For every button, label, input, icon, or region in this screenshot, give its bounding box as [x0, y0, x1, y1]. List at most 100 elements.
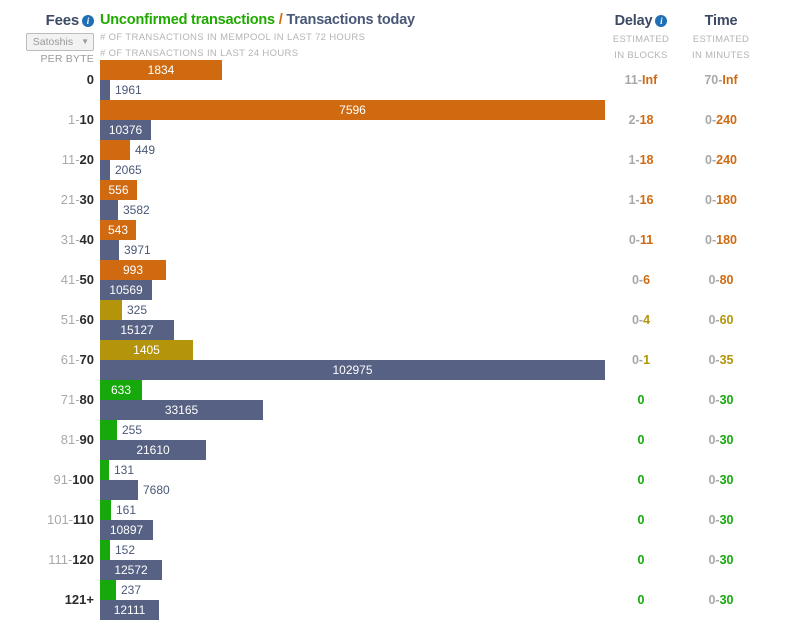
bar-value-today: 21610: [100, 440, 206, 460]
bar-today[interactable]: [100, 80, 110, 100]
fee-range-label: 1-10: [0, 100, 94, 140]
delay-value: 2-18: [604, 100, 678, 140]
time-value-max: 80: [720, 273, 734, 287]
time-value-max: 180: [716, 233, 737, 247]
time-value: 0-80: [684, 260, 758, 300]
bar-group: 4492065: [100, 140, 605, 180]
time-value-max: 30: [720, 513, 734, 527]
fee-range-label-lower: 101-: [47, 512, 73, 527]
delay-value-max: 0: [638, 393, 645, 407]
bar-mempool[interactable]: [100, 500, 111, 520]
bar-track-mempool: 237: [100, 580, 605, 600]
bar-value-mempool: 161: [111, 500, 136, 520]
delay-value-max: 4: [643, 313, 650, 327]
fee-range-label: 91-100: [0, 460, 94, 500]
chart-title: Unconfirmed transactions / Transactions …: [100, 12, 415, 28]
delay-value: 0-11: [604, 220, 678, 260]
bar-track-today: 10569: [100, 280, 605, 300]
bar-mempool[interactable]: [100, 540, 110, 560]
delay-value-max: 18: [640, 113, 654, 127]
bar-mempool[interactable]: [100, 420, 117, 440]
bar-today[interactable]: [100, 160, 110, 180]
bar-mempool[interactable]: [100, 580, 116, 600]
time-value-min: 70-: [704, 73, 722, 87]
bar-track-mempool: 152: [100, 540, 605, 560]
chart-row: 01834196111-Inf70-Inf: [0, 60, 790, 100]
delay-value: 11-Inf: [604, 60, 678, 100]
bar-today[interactable]: [100, 200, 118, 220]
time-value: 70-Inf: [684, 60, 758, 100]
fee-range-label-lower: 11-: [62, 152, 80, 167]
delay-value-max: 0: [638, 433, 645, 447]
fee-range-label-upper: 20: [80, 152, 94, 167]
time-value-min: 0-: [708, 353, 719, 367]
time-value: 0-180: [684, 220, 758, 260]
delay-header-group: Delayi ESTIMATED IN BLOCKS: [604, 12, 678, 62]
chart-title-today[interactable]: Transactions today: [286, 12, 415, 28]
bar-track-today: 102975: [100, 360, 605, 380]
chart-title-unconfirmed[interactable]: Unconfirmed transactions: [100, 12, 275, 28]
delay-value: 0-6: [604, 260, 678, 300]
fee-range-label: 41-50: [0, 260, 94, 300]
bar-value-today: 15127: [100, 320, 174, 340]
bar-track-today: 1961: [100, 80, 605, 100]
time-value-max: Inf: [722, 73, 737, 87]
bar-value-mempool: 1405: [100, 340, 193, 360]
delay-value-max: 16: [640, 193, 654, 207]
fee-range-label-upper: 50: [80, 272, 94, 287]
delay-value-max: 0: [638, 473, 645, 487]
bar-value-today: 3971: [119, 240, 151, 260]
chart-row: 1-107596103762-180-240: [0, 100, 790, 140]
delay-value-max: 0: [638, 593, 645, 607]
bar-today[interactable]: [100, 240, 119, 260]
bar-track-today: 3971: [100, 240, 605, 260]
time-value-min: 0-: [708, 433, 719, 447]
time-value-max: 30: [720, 593, 734, 607]
time-value-min: 0-: [708, 553, 719, 567]
bar-value-today: 10376: [100, 120, 151, 140]
time-value: 0-180: [684, 180, 758, 220]
fees-info-icon[interactable]: i: [82, 15, 94, 27]
time-value-max: 240: [716, 113, 737, 127]
bar-mempool[interactable]: [100, 460, 109, 480]
fee-range-label-upper: 110: [73, 512, 94, 527]
fee-range-label-upper: 70: [80, 352, 94, 367]
bar-today[interactable]: [100, 480, 138, 500]
fee-range-label: 11-20: [0, 140, 94, 180]
fee-range-label: 111-120: [0, 540, 94, 580]
fee-range-label-upper: 30: [80, 192, 94, 207]
bar-value-mempool: 131: [109, 460, 134, 480]
bar-track-today: 15127: [100, 320, 605, 340]
chart-row: 21-3055635821-160-180: [0, 180, 790, 220]
chart-title-separator: /: [275, 12, 287, 28]
fee-range-label-upper: 120: [72, 552, 94, 567]
delay-value-min: 0-: [632, 353, 643, 367]
fee-range-label-lower: 71-: [61, 392, 80, 407]
bar-value-mempool: 449: [130, 140, 155, 160]
bar-track-today: 3582: [100, 200, 605, 220]
delay-value: 0-1: [604, 340, 678, 380]
time-value: 0-30: [684, 420, 758, 460]
delay-value: 0: [604, 460, 678, 500]
chart-row: 61-7014051029750-10-35: [0, 340, 790, 380]
chevron-down-icon: ▼: [81, 37, 89, 46]
delay-value: 1-16: [604, 180, 678, 220]
delay-value-max: Inf: [642, 73, 657, 87]
fee-range-label-upper: 100: [72, 472, 94, 487]
bar-track-mempool: 556: [100, 180, 605, 200]
bar-track-mempool: 449: [100, 140, 605, 160]
delay-value: 0: [604, 540, 678, 580]
chart-row: 41-50993105690-60-80: [0, 260, 790, 300]
fee-unit-select[interactable]: Satoshis▼: [26, 33, 94, 51]
bar-value-today: 33165: [100, 400, 263, 420]
delay-value-min: 0-: [632, 313, 643, 327]
bar-mempool[interactable]: [100, 140, 130, 160]
time-value: 0-30: [684, 580, 758, 620]
delay-info-icon[interactable]: i: [655, 15, 667, 27]
time-value-max: 60: [720, 313, 734, 327]
bar-track-mempool: 1405: [100, 340, 605, 360]
chart-row: 51-60325151270-40-60: [0, 300, 790, 340]
delay-title: Delay: [615, 13, 653, 29]
time-title: Time: [705, 13, 738, 29]
bar-mempool[interactable]: [100, 300, 122, 320]
